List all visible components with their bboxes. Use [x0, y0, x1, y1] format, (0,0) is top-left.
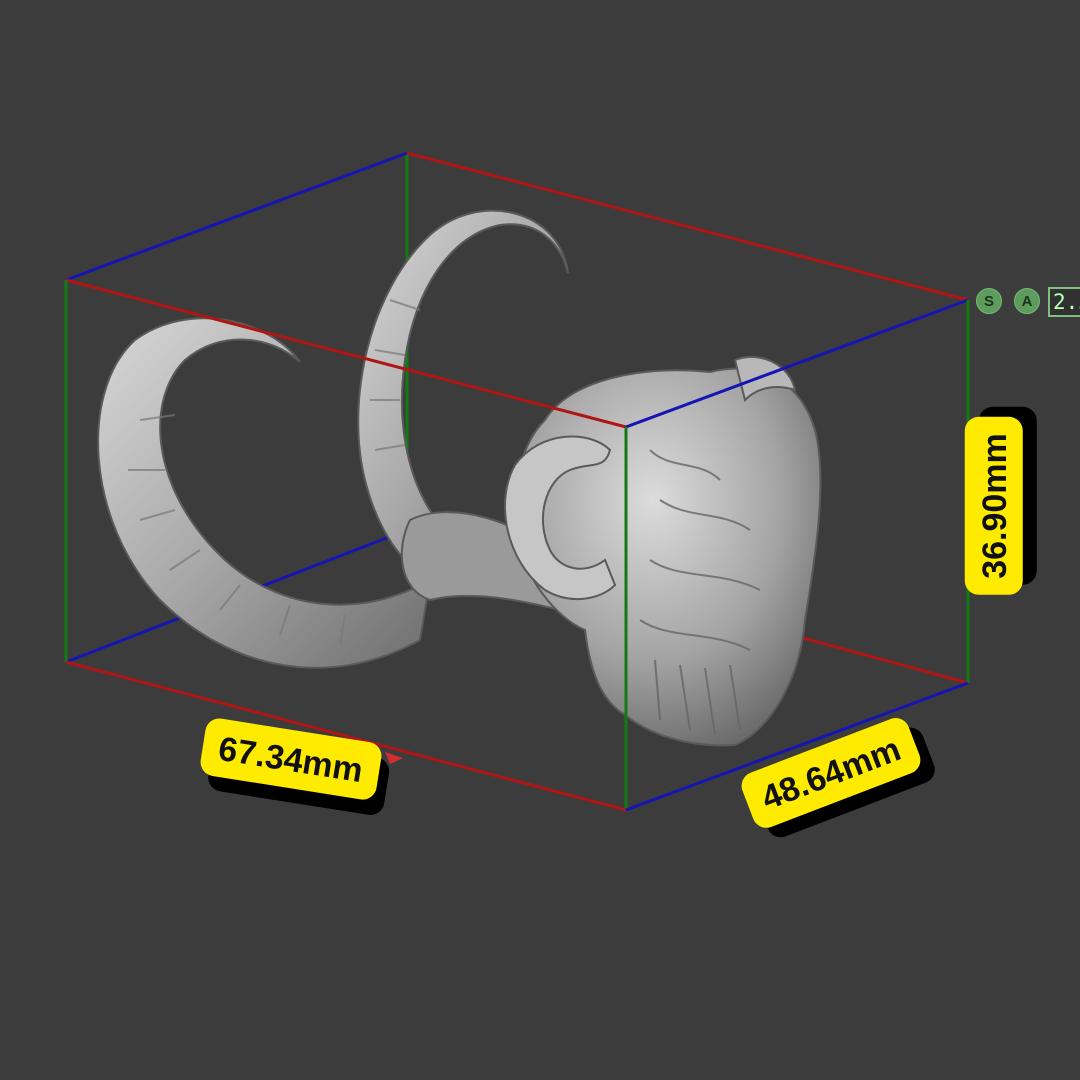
skull-model[interactable]: [97, 209, 822, 747]
viewport-canvas[interactable]: [0, 0, 1080, 1080]
skull-head: [513, 367, 822, 747]
3d-viewport[interactable]: 67.34mm 48.64mm 36.90mm S A 2.5: [0, 0, 1080, 1080]
snap-toggle-icon[interactable]: S: [976, 288, 1002, 314]
auto-toggle-icon[interactable]: A: [1014, 288, 1040, 314]
hud-value-readout[interactable]: 2.5: [1048, 287, 1080, 317]
axis-marker: [385, 752, 403, 764]
height-dimension-label: 36.90mm: [964, 417, 1023, 595]
box-edge-top-back-y: [65, 151, 408, 282]
